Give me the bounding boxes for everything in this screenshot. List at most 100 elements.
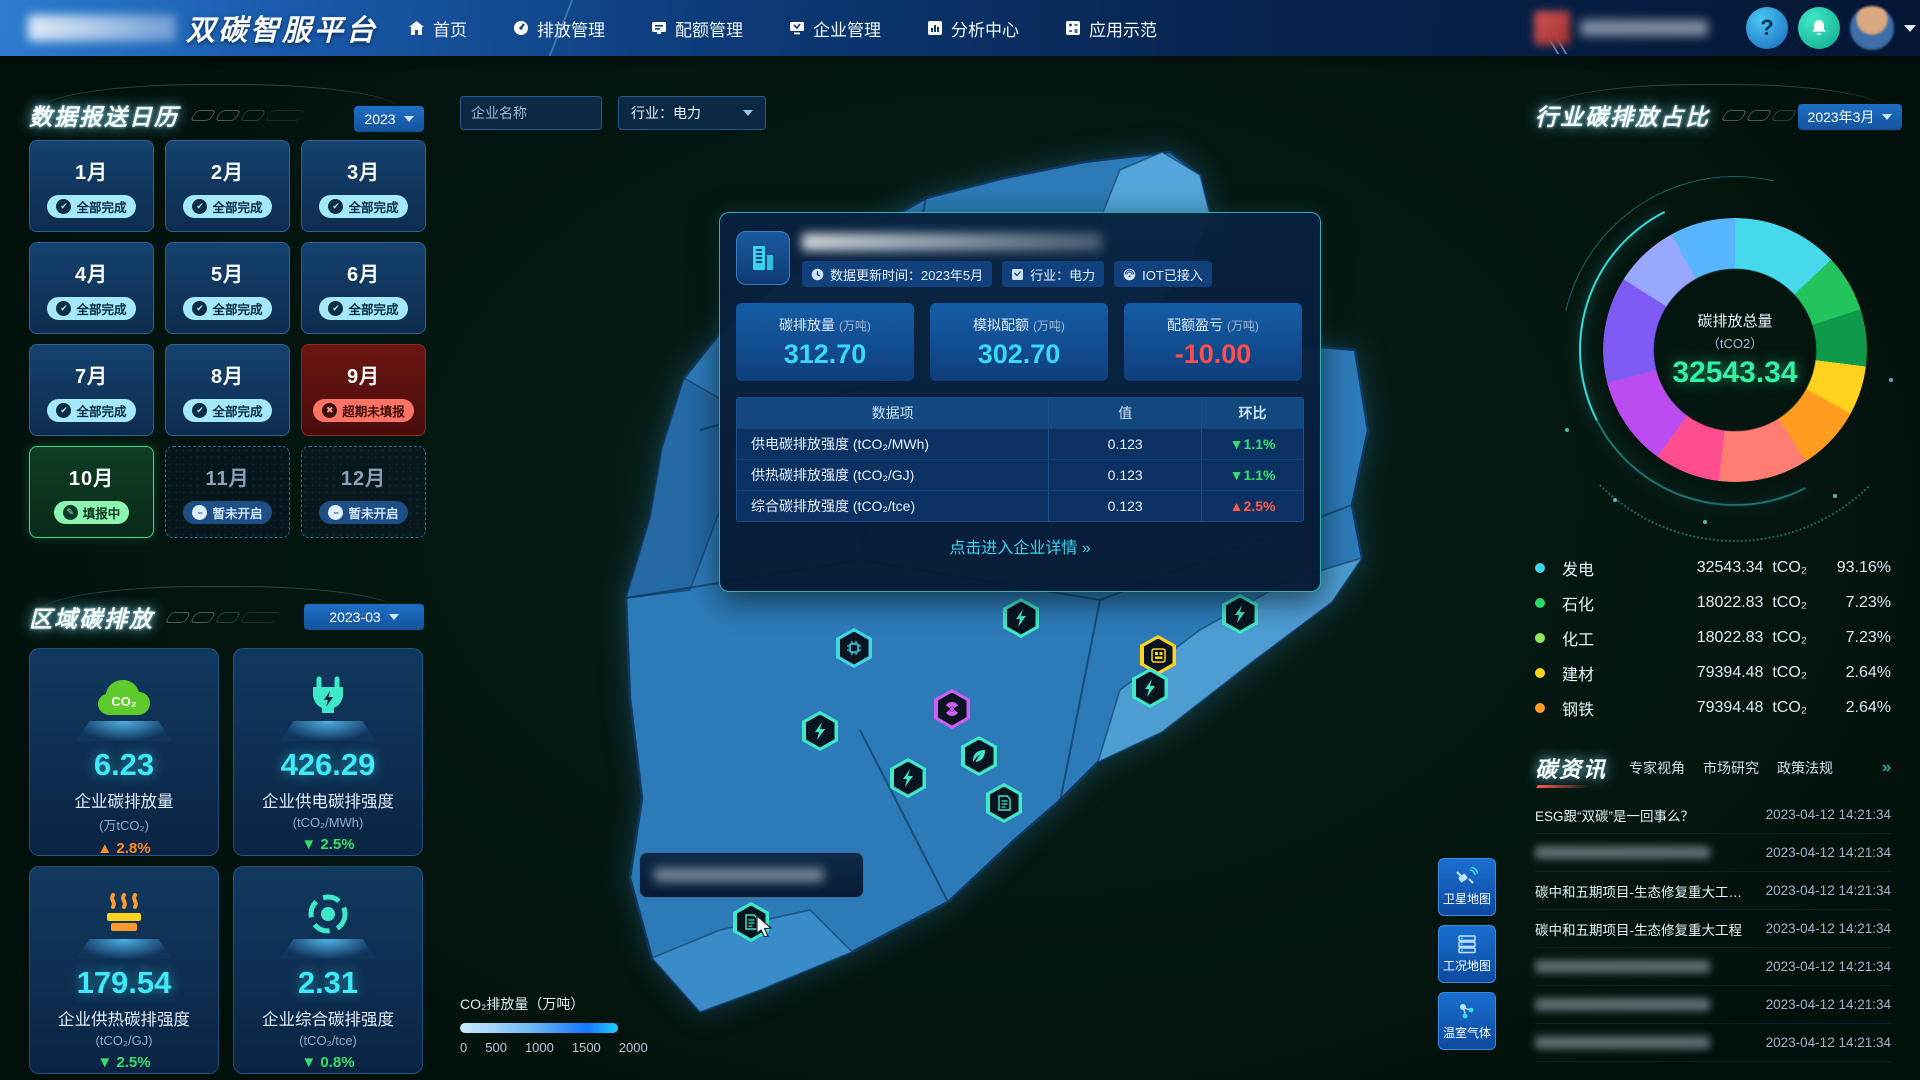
month-card-may[interactable]: 5月✔全部完成 xyxy=(165,242,290,334)
stat-unit: (万tCO₂) xyxy=(30,815,218,834)
month-card-oct[interactable]: 10月✎填报中 xyxy=(29,446,154,538)
industry-filter-select[interactable]: 行业：电力 xyxy=(618,96,766,130)
map-layer-tools: 卫星地图 工况地图 温室气体 xyxy=(1438,858,1496,1050)
nav-item-demo[interactable]: 应用示范 xyxy=(1065,16,1157,41)
building-icon xyxy=(736,231,790,285)
news-item-redacted[interactable]: 2023-04-12 14:21:34 xyxy=(1535,1024,1891,1062)
news-item[interactable]: 碳中和五期项目-生态修复重大工程 2023-04-12 14:21:34 xyxy=(1535,910,1891,948)
stat-value: 426.29 xyxy=(234,747,422,783)
enterprise-popup: 数据更新时间：2023年5月 行业：电力 IOT已接入 碳排放量 (万吨) 31… xyxy=(719,212,1321,592)
power-plug-icon xyxy=(234,661,422,719)
enterprise-detail-link[interactable]: 点击进入企业详情 » xyxy=(736,534,1304,558)
minus-icon: − xyxy=(328,505,343,520)
bell-icon xyxy=(1809,18,1829,38)
legend-dot xyxy=(1535,598,1545,608)
operating-map-button[interactable]: 工况地图 xyxy=(1438,925,1496,983)
tab-policy[interactable]: 政策法规 xyxy=(1777,758,1833,778)
clock-icon xyxy=(811,268,824,281)
check-icon: ✔ xyxy=(328,301,343,316)
lightning-icon xyxy=(813,722,827,740)
satellite-map-button[interactable]: 卫星地图 xyxy=(1438,858,1496,916)
news-item-redacted[interactable]: 2023-04-12 14:21:34 xyxy=(1535,986,1891,1024)
check-icon: ✔ xyxy=(192,199,207,214)
month-card-mar[interactable]: 3月✔全部完成 xyxy=(301,140,426,232)
nav-item-emission[interactable]: 排放管理 xyxy=(513,16,605,41)
industry-legend: 发电 32543.34 tCO₂ 93.16% 石化 18022.83 tCO₂… xyxy=(1535,550,1891,725)
month-card-aug[interactable]: 8月✔全部完成 xyxy=(165,344,290,436)
month-card-dec[interactable]: 12月−暂未开启 xyxy=(301,446,426,538)
nav-item-quota[interactable]: 配额管理 xyxy=(651,16,743,41)
map-marker-leaf[interactable] xyxy=(961,736,997,776)
stat-card-emission[interactable]: CO₂ 6.23 企业碳排放量 (万tCO₂) ▲ 2.8% xyxy=(29,648,219,856)
nav-item-enterprise[interactable]: 企业管理 xyxy=(789,16,881,41)
pedestal-glow xyxy=(280,939,376,959)
map-marker-lightning[interactable] xyxy=(890,758,926,798)
map-marker-document[interactable] xyxy=(986,783,1022,823)
status-badge: ✔全部完成 xyxy=(47,399,135,422)
news-item[interactable]: ESG跟“双碳”是一回事么？ 2023-04-12 14:21:34 xyxy=(1535,796,1891,834)
map-marker-lightning[interactable] xyxy=(1003,598,1039,638)
month-card-jan[interactable]: 1月✔全部完成 xyxy=(29,140,154,232)
map-marker-lightning[interactable] xyxy=(1222,594,1258,634)
region-period-select[interactable]: 2023-03 xyxy=(304,604,424,630)
month-card-apr[interactable]: 4月✔全部完成 xyxy=(29,242,154,334)
stat-label: 企业碳排放量 xyxy=(30,788,218,812)
stat-card-comprehensive-intensity[interactable]: 2.31 企业综合碳排强度 (tCO₂/tce) ▼ 0.8% xyxy=(233,866,423,1074)
tab-market-research[interactable]: 市场研究 xyxy=(1703,758,1759,778)
region-panel-title: 区域碳排放 xyxy=(29,600,277,634)
pedestal-glow xyxy=(76,939,172,959)
nav-item-analysis[interactable]: 分析中心 xyxy=(927,16,1019,41)
table-header-row: 数据项 值 环比 xyxy=(737,398,1303,428)
cross-icon: ✖ xyxy=(322,403,337,418)
news-item-redacted[interactable]: 2023-04-12 14:21:34 xyxy=(1535,948,1891,986)
news-more-link[interactable]: » xyxy=(1882,759,1891,777)
carbon-dashboard: 双碳智服平台 首页 排放管理 配额管理 企业管理 分析中心 xyxy=(0,0,1920,1080)
stat-unit: (tCO₂/MWh) xyxy=(234,815,422,830)
report-calendar-grid: 1月✔全部完成 2月✔全部完成 3月✔全部完成 4月✔全部完成 5月✔全部完成 … xyxy=(29,140,426,538)
top-nav: 双碳智服平台 首页 排放管理 配额管理 企业管理 分析中心 xyxy=(0,0,1920,56)
month-card-sep[interactable]: 9月✖超期未填报 xyxy=(301,344,426,436)
company-name-redacted xyxy=(802,233,1102,251)
quota-icon xyxy=(651,20,667,36)
total-emission-value: 32543.34 xyxy=(1672,356,1797,390)
chevron-down-icon xyxy=(404,116,414,122)
month-card-nov[interactable]: 11月−暂未开启 xyxy=(165,446,290,538)
popup-header: 数据更新时间：2023年5月 行业：电力 IOT已接入 xyxy=(736,231,1304,287)
map-marker-chip[interactable] xyxy=(836,628,872,668)
news-item[interactable]: 碳中和五期项目-生态修复重大工程... 2023-04-12 14:21:34 xyxy=(1535,872,1891,910)
help-button[interactable]: ? xyxy=(1746,7,1788,49)
industry-period-select[interactable]: 2023年3月 xyxy=(1798,104,1902,130)
status-badge: −暂未开启 xyxy=(183,501,271,524)
stat-value: 179.54 xyxy=(30,965,218,1001)
tab-expert-view[interactable]: 专家视角 xyxy=(1629,758,1685,778)
doc-icon xyxy=(1011,268,1024,281)
map-marker-radiation[interactable] xyxy=(934,689,970,729)
pedestal-glow xyxy=(280,721,376,741)
region-stat-cards: CO₂ 6.23 企业碳排放量 (万tCO₂) ▲ 2.8% 426.29 企业… xyxy=(29,648,423,1074)
stat-card-heat-intensity[interactable]: 179.54 企业供热碳排强度 (tCO₂/GJ) ▼ 2.5% xyxy=(29,866,219,1074)
news-title: 碳资讯 xyxy=(1535,752,1607,784)
user-avatar[interactable] xyxy=(1850,6,1894,50)
pedestal-glow xyxy=(76,721,172,741)
check-icon: ✔ xyxy=(192,301,207,316)
stat-card-power-intensity[interactable]: 426.29 企业供电碳排强度 (tCO₂/MWh) ▼ 2.5% xyxy=(233,648,423,856)
server-icon xyxy=(1457,934,1477,954)
month-card-jun[interactable]: 6月✔全部完成 xyxy=(301,242,426,334)
map-marker-lightning[interactable] xyxy=(802,711,838,751)
chevron-down-icon[interactable] xyxy=(1904,25,1916,32)
news-item-redacted[interactable]: 2023-04-12 14:21:34 xyxy=(1535,834,1891,872)
month-card-jul[interactable]: 7月✔全部完成 xyxy=(29,344,154,436)
status-badge: ✎填报中 xyxy=(54,501,130,524)
stat-label: 企业供电碳排强度 xyxy=(234,788,422,812)
notifications-button[interactable] xyxy=(1798,7,1840,49)
map-marker-lightning[interactable] xyxy=(1132,668,1168,708)
stat-value: 6.23 xyxy=(30,747,218,783)
greenhouse-gas-button[interactable]: 温室气体 xyxy=(1438,992,1496,1050)
company-search-input[interactable] xyxy=(460,96,602,130)
industry-title: 行业碳排放占比 xyxy=(1535,98,1710,132)
calendar-year-select[interactable]: 2023 xyxy=(354,106,424,132)
nav-item-home[interactable]: 首页 xyxy=(408,16,467,41)
month-card-feb[interactable]: 2月✔全部完成 xyxy=(165,140,290,232)
svg-text:CO₂: CO₂ xyxy=(111,694,137,709)
stat-label: 企业供热碳排强度 xyxy=(30,1006,218,1030)
